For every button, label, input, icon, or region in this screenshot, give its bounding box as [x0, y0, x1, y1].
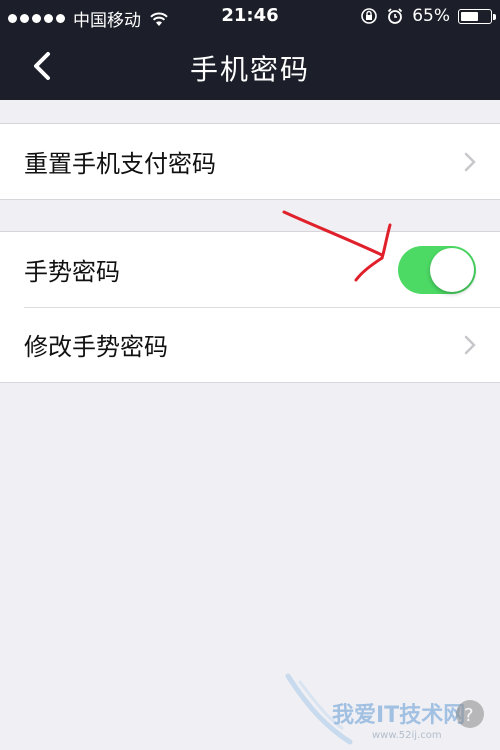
toggle-knob [430, 248, 474, 292]
svg-text:?: ? [464, 705, 474, 726]
alarm-icon [388, 8, 403, 24]
battery-level [461, 11, 478, 21]
orientation-lock-icon [361, 8, 378, 24]
status-right: 65% [360, 6, 496, 26]
reset-payment-password-row[interactable]: 重置手机支付密码 [0, 124, 500, 199]
settings-group-payment: 重置手机支付密码 [0, 123, 500, 200]
settings-group-gesture: 手势密码 修改手势密码 [0, 231, 500, 383]
battery-percent: 65% [412, 6, 450, 26]
row-label: 重置手机支付密码 [24, 150, 216, 178]
watermark-url: www.52ij.com [372, 730, 442, 741]
change-gesture-password-row[interactable]: 修改手势密码 [0, 307, 500, 382]
gesture-password-toggle[interactable] [398, 246, 476, 294]
navigation-bar: 手机密码 [0, 32, 500, 100]
gesture-password-row: 手势密码 [0, 232, 500, 307]
page-title: 手机密码 [189, 53, 310, 86]
status-bar: 中国移动 21:46 65% [0, 0, 500, 32]
watermark-logo: 我爱IT技术网 www.52ij.com ? [285, 673, 484, 745]
chevron-right-icon [464, 152, 476, 172]
watermark-text: 我爱IT技术网 [332, 703, 465, 728]
row-label: 手势密码 [24, 258, 120, 286]
red-arrow-annotation [282, 210, 392, 282]
battery-icon [458, 8, 496, 24]
chevron-right-icon [464, 335, 476, 355]
row-label: 修改手势密码 [24, 333, 168, 361]
